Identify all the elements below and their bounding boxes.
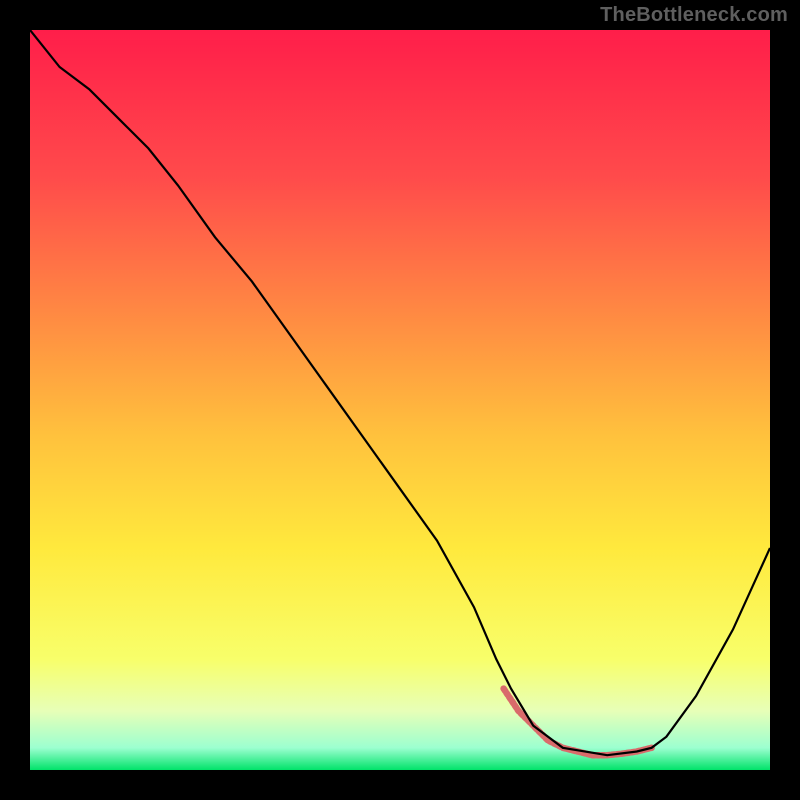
chart-container: TheBottleneck.com bbox=[0, 0, 800, 800]
watermark-text: TheBottleneck.com bbox=[600, 4, 788, 27]
bottleneck-plot bbox=[30, 30, 770, 770]
